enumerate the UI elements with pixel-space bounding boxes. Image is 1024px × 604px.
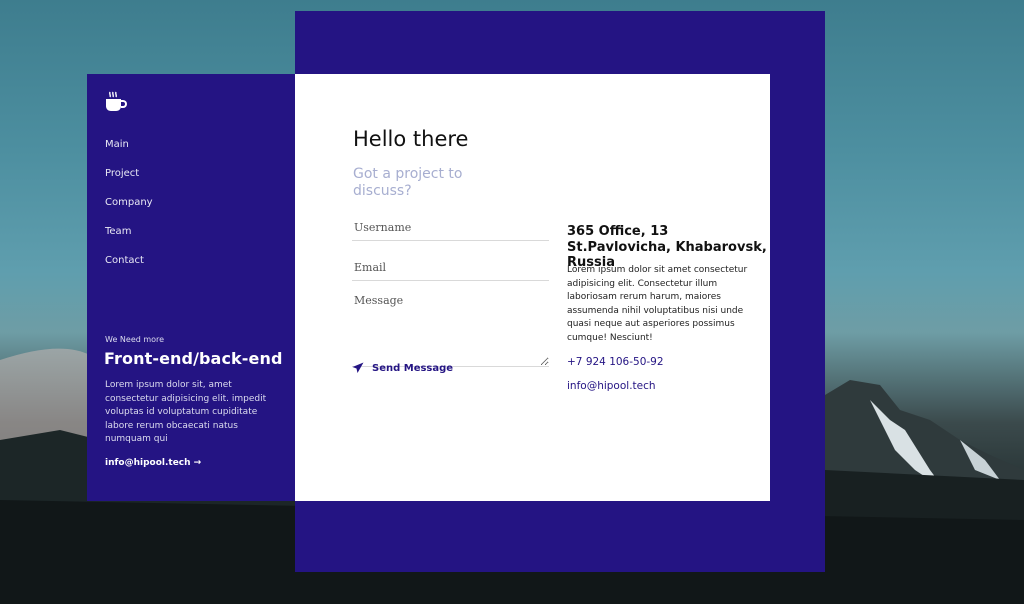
message-textarea[interactable] [352, 294, 549, 367]
paper-plane-icon [352, 362, 364, 373]
nav-item-company[interactable]: Company [105, 196, 153, 225]
form-title: Hello there [353, 127, 469, 151]
sidebar: Main Project Company Team Contact We Nee… [87, 74, 295, 501]
contact-card: Hello there Got a project to discuss? Se… [295, 74, 770, 501]
need-description: Lorem ipsum dolor sit, amet consectetur … [105, 380, 267, 444]
email-input[interactable] [352, 260, 549, 281]
contact-email-link[interactable]: info@hipool.tech [567, 380, 656, 392]
nav-item-main[interactable]: Main [105, 138, 153, 167]
username-input[interactable] [352, 220, 549, 241]
sidebar-email-link[interactable]: info@hipool.tech → [105, 458, 201, 468]
send-message-label: Send Message [372, 362, 454, 374]
need-title: Front-end/back-end [104, 349, 283, 368]
nav-item-team[interactable]: Team [105, 225, 153, 254]
need-label: We Need more [105, 335, 165, 344]
office-description: Lorem ipsum dolor sit amet consectetur a… [567, 265, 748, 343]
nav-item-contact[interactable]: Contact [105, 254, 153, 283]
coffee-cup-icon[interactable] [104, 90, 128, 114]
main-nav: Main Project Company Team Contact [105, 138, 153, 283]
form-subtitle: Got a project to discuss? [353, 166, 463, 199]
nav-item-project[interactable]: Project [105, 167, 153, 196]
send-message-button[interactable]: Send Message [352, 362, 453, 374]
phone-number: +7 924 106-50-92 [567, 356, 664, 368]
